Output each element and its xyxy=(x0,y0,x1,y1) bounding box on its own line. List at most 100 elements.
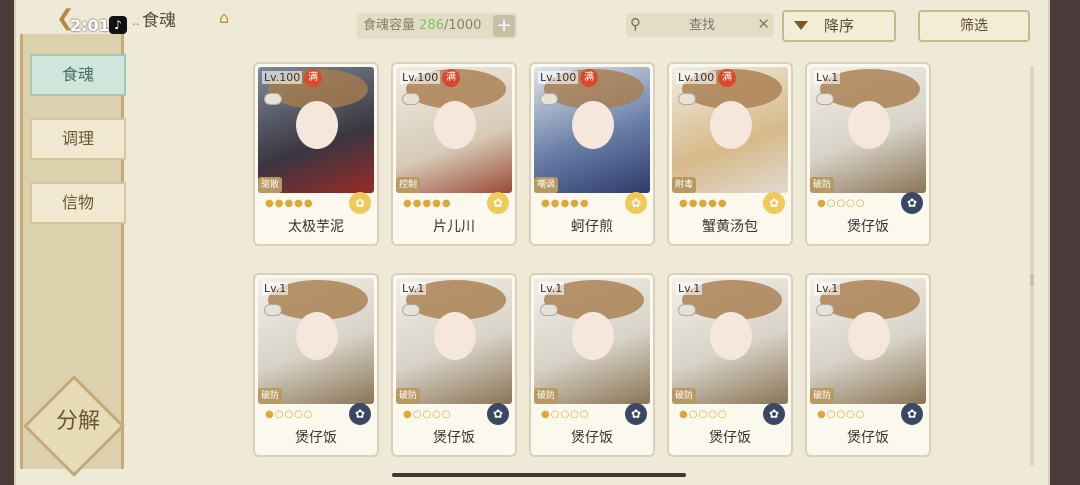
add-capacity-button[interactable]: + xyxy=(493,15,515,37)
card-level: Lv.1 xyxy=(814,71,841,84)
card-name: 太极芋泥 xyxy=(288,219,344,235)
card-name: 蚵仔煎 xyxy=(571,219,613,235)
food-soul-card[interactable]: Lv.1 破防 ●○○○○ ✿ 煲仔饭 xyxy=(391,273,517,457)
card-level: Lv.1 xyxy=(538,282,565,295)
food-soul-card[interactable]: Lv.1 破防 ●○○○○ ✿ 煲仔饭 xyxy=(253,273,379,457)
maxed-badge: 满 xyxy=(304,69,322,87)
sidebar-item-tokens[interactable]: 信物 xyxy=(30,182,126,224)
maxed-badge: 满 xyxy=(442,69,460,87)
lock-toggle-icon[interactable] xyxy=(402,93,420,105)
sidebar-item-food-souls[interactable]: 食魂 xyxy=(30,54,126,96)
star-flames: ●○○○○ xyxy=(679,409,728,420)
scrollbar-thumb[interactable] xyxy=(1030,274,1034,286)
capacity-max: /1000 xyxy=(443,18,482,33)
portrait-face xyxy=(296,101,338,149)
home-icon[interactable]: ⌂ xyxy=(219,8,239,27)
card-level: Lv.1 xyxy=(814,282,841,295)
food-soul-card[interactable]: Lv.100 满 附毒 ●●●●● ✿ 蟹黄汤包 xyxy=(667,62,793,246)
role-badge: 破防 xyxy=(396,388,420,404)
home-indicator[interactable] xyxy=(392,473,686,477)
card-name: 煲仔饭 xyxy=(571,430,613,446)
lock-toggle-icon[interactable] xyxy=(402,304,420,316)
capacity-current: 286 xyxy=(419,18,444,33)
maxed-badge: 满 xyxy=(580,69,598,87)
element-icon: ✿ xyxy=(625,403,647,425)
card-portrait: Lv.1 破防 xyxy=(258,278,374,404)
card-portrait: Lv.1 破防 xyxy=(672,278,788,404)
lock-toggle-icon[interactable] xyxy=(540,93,558,105)
star-flames: ●●●●● xyxy=(541,198,590,209)
role-badge: 破防 xyxy=(810,388,834,404)
card-portrait: Lv.100 满 附毒 xyxy=(672,67,788,193)
card-level: Lv.100 xyxy=(676,71,717,84)
search-box[interactable]: ⚲ ✕ xyxy=(626,13,774,37)
portrait-face xyxy=(572,101,614,149)
search-input[interactable] xyxy=(652,15,752,35)
role-badge: 驱散 xyxy=(258,177,282,193)
role-badge: 破防 xyxy=(810,177,834,193)
element-icon: ✿ xyxy=(901,192,923,214)
food-soul-card[interactable]: Lv.100 满 嘲讽 ●●●●● ✿ 蚵仔煎 xyxy=(529,62,655,246)
lock-toggle-icon[interactable] xyxy=(678,93,696,105)
food-soul-card[interactable]: Lv.1 破防 ●○○○○ ✿ 煲仔饭 xyxy=(805,62,931,246)
portrait-face xyxy=(296,312,338,360)
star-flames: ●○○○○ xyxy=(817,198,866,209)
food-soul-card[interactable]: Lv.100 满 控制 ●●●●● ✿ 片儿川 xyxy=(391,62,517,246)
sort-button[interactable]: 降序 xyxy=(782,10,896,42)
card-portrait: Lv.1 破防 xyxy=(396,278,512,404)
scrollbar[interactable] xyxy=(1030,66,1034,466)
page-title: 食魂 xyxy=(142,11,176,31)
food-soul-card[interactable]: Lv.1 破防 ●○○○○ ✿ 煲仔饭 xyxy=(667,273,793,457)
sidebar-item-conditioning[interactable]: 调理 xyxy=(30,118,126,160)
lock-toggle-icon[interactable] xyxy=(264,93,282,105)
lock-toggle-icon[interactable] xyxy=(678,304,696,316)
capacity-display: 食魂容量 286/1000 + xyxy=(357,13,517,39)
element-icon: ✿ xyxy=(487,192,509,214)
card-portrait: Lv.1 破防 xyxy=(534,278,650,404)
element-icon: ✿ xyxy=(763,403,785,425)
star-flames: ●●●●● xyxy=(265,198,314,209)
decompose-label[interactable]: 分解 xyxy=(56,403,100,435)
portrait-face xyxy=(434,312,476,360)
card-level: Lv.100 xyxy=(400,71,441,84)
top-bar: ❮ 2:01 ♪ .. 食魂 ⌂ 食魂容量 286/1000 + ⚲ ✕ 降序 … xyxy=(16,0,1052,52)
capacity-label: 食魂容量 xyxy=(363,18,416,33)
star-flames: ●○○○○ xyxy=(403,409,452,420)
lock-toggle-icon[interactable] xyxy=(264,304,282,316)
lock-toggle-icon[interactable] xyxy=(540,304,558,316)
portrait-face xyxy=(434,101,476,149)
maxed-badge: 满 xyxy=(718,69,736,87)
card-name: 煲仔饭 xyxy=(709,430,751,446)
card-portrait: Lv.100 满 控制 xyxy=(396,67,512,193)
food-soul-card[interactable]: Lv.100 满 驱散 ●●●●● ✿ 太极芋泥 xyxy=(253,62,379,246)
star-flames: ●●●●● xyxy=(403,198,452,209)
element-icon: ✿ xyxy=(349,192,371,214)
lock-toggle-icon[interactable] xyxy=(816,304,834,316)
card-level: Lv.1 xyxy=(262,282,289,295)
card-level: Lv.100 xyxy=(262,71,303,84)
star-flames: ●○○○○ xyxy=(265,409,314,420)
card-portrait: Lv.1 破防 xyxy=(810,278,926,404)
portrait-face xyxy=(572,312,614,360)
role-badge: 附毒 xyxy=(672,177,696,193)
status-dots: .. xyxy=(132,14,140,28)
card-name: 煲仔饭 xyxy=(295,430,337,446)
star-flames: ●●●●● xyxy=(679,198,728,209)
sort-triangle-icon xyxy=(794,21,808,30)
filter-button[interactable]: 筛选 xyxy=(918,10,1030,42)
star-flames: ●○○○○ xyxy=(541,409,590,420)
portrait-face xyxy=(710,312,752,360)
portrait-face xyxy=(848,101,890,149)
portrait-face xyxy=(848,312,890,360)
food-soul-card[interactable]: Lv.1 破防 ●○○○○ ✿ 煲仔饭 xyxy=(529,273,655,457)
role-badge: 控制 xyxy=(396,177,420,193)
food-soul-card[interactable]: Lv.1 破防 ●○○○○ ✿ 煲仔饭 xyxy=(805,273,931,457)
role-badge: 破防 xyxy=(258,388,282,404)
status-time: 2:01 xyxy=(70,16,110,35)
tiktok-icon: ♪ xyxy=(109,16,127,34)
card-level: Lv.1 xyxy=(400,282,427,295)
clear-search-button[interactable]: ✕ xyxy=(757,15,770,33)
card-name: 煲仔饭 xyxy=(847,219,889,235)
element-icon: ✿ xyxy=(901,403,923,425)
lock-toggle-icon[interactable] xyxy=(816,93,834,105)
